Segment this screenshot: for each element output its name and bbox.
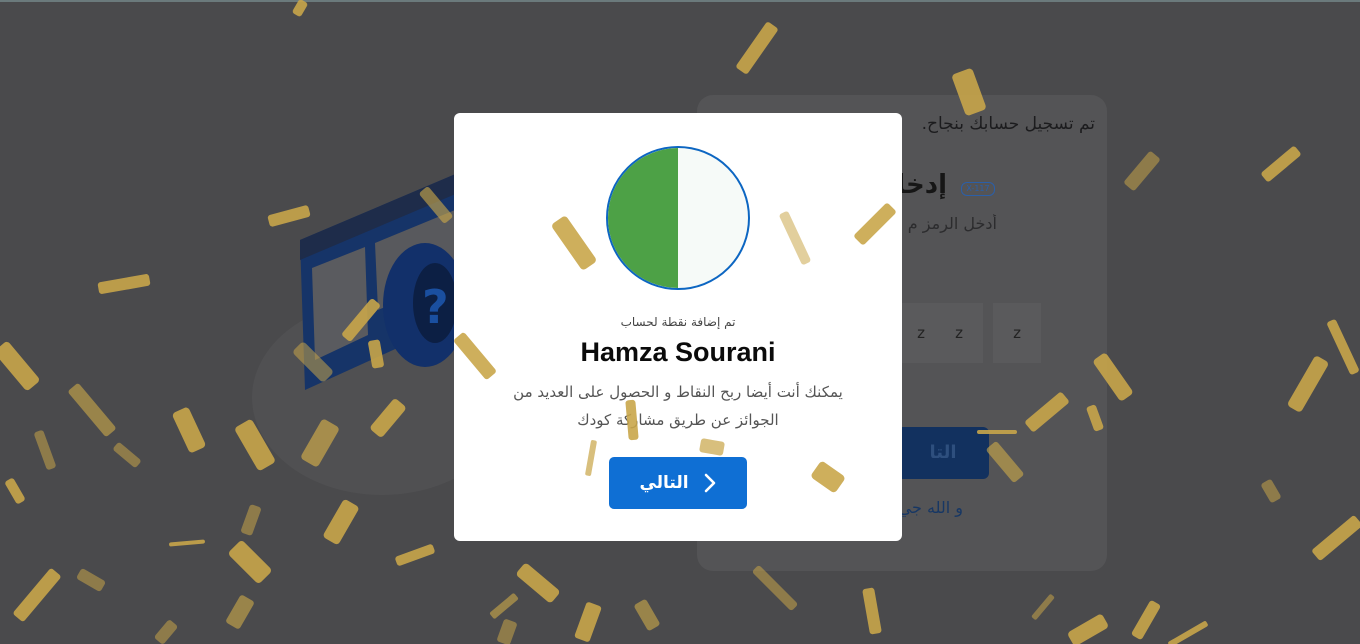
modal-description: يمكنك أنت أيضا ربح النقاط و الحصول على ا… xyxy=(513,383,843,429)
next-button-label: التالي xyxy=(639,473,689,493)
registration-success-text: تم تسجيل حسابك بنجاح. xyxy=(921,114,1095,134)
chevron-right-icon xyxy=(704,473,715,493)
code-digit-input[interactable]: z xyxy=(935,303,983,363)
enter-code-subtitle: أدخل الرمز م xyxy=(907,214,997,233)
enter-code-heading: إدخا xyxy=(897,170,947,200)
code-badge: X-117 xyxy=(961,182,995,196)
user-name: Hamza Sourani xyxy=(580,337,776,367)
points-added-text: تم إضافة نقطة لحساب xyxy=(620,315,736,329)
window-top-border xyxy=(0,0,1360,2)
background-next-button[interactable]: التا xyxy=(897,427,989,479)
svg-text:?: ? xyxy=(422,280,449,334)
avatar xyxy=(606,146,750,290)
points-modal: تم إضافة نقطة لحساب Hamza Sourani يمكنك … xyxy=(454,113,902,541)
code-digit-input[interactable]: z xyxy=(993,303,1041,363)
avatar-left-half xyxy=(608,148,678,288)
background-link[interactable]: و الله جي xyxy=(897,498,963,517)
next-button[interactable]: التالي xyxy=(609,457,747,509)
